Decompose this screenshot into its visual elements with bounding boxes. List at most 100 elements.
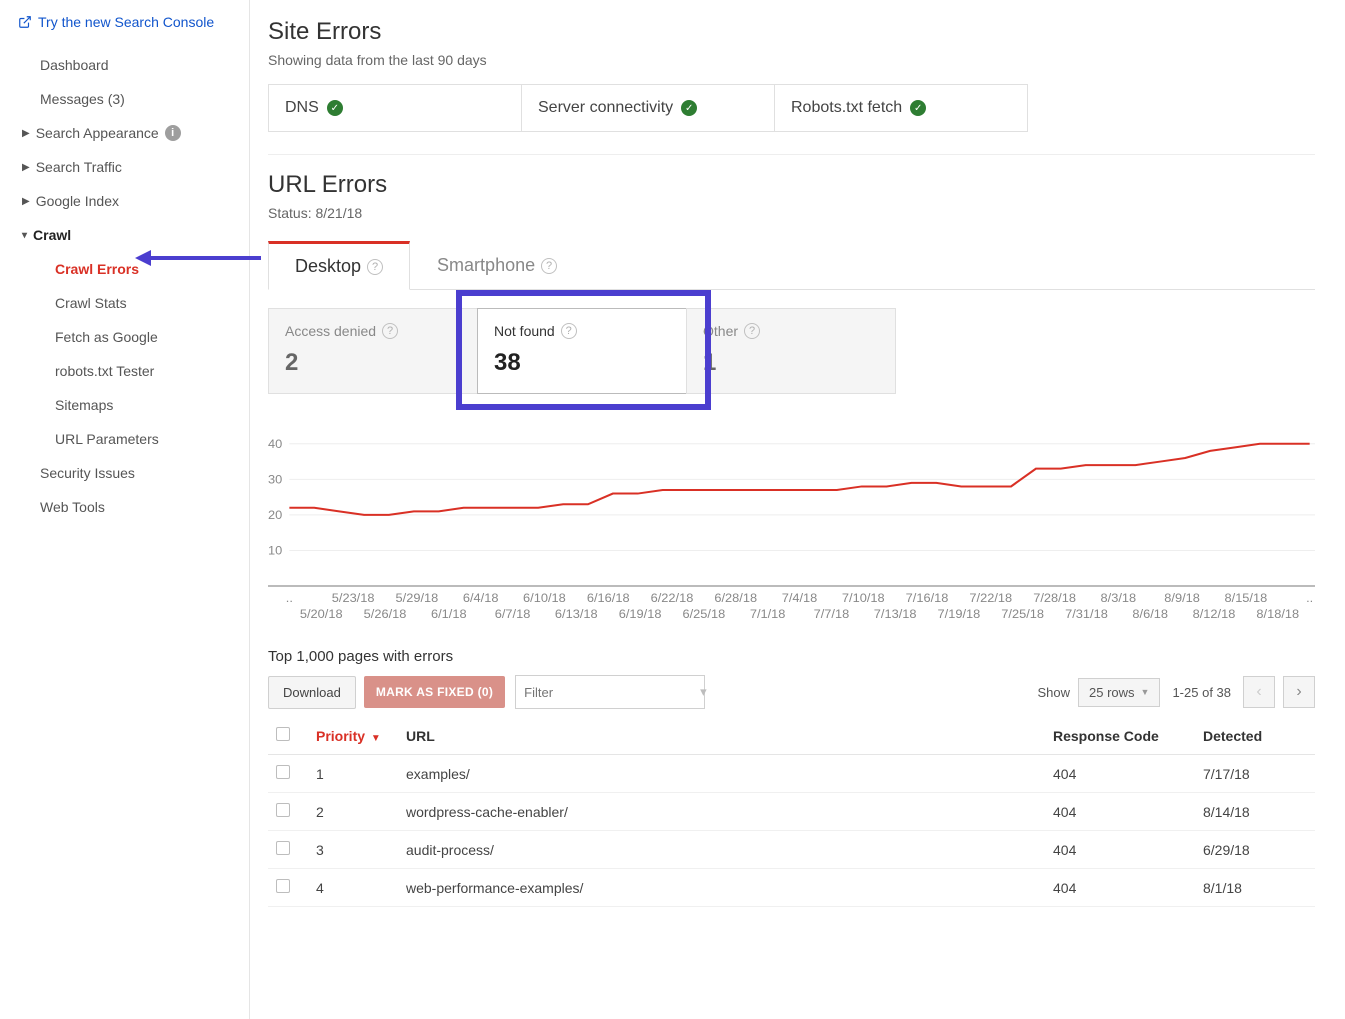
svg-text:7/28/18: 7/28/18 bbox=[1033, 591, 1076, 605]
card-not-found[interactable]: Not found? 38 bbox=[477, 308, 687, 394]
sidebar-item-fetch-as-google[interactable]: Fetch as Google bbox=[0, 320, 249, 354]
tab-smartphone[interactable]: Smartphone ? bbox=[410, 241, 584, 289]
sidebar-label-search-appearance: Search Appearance bbox=[36, 125, 159, 141]
try-new-search-console-link[interactable]: Try the new Search Console bbox=[0, 12, 249, 30]
error-type-cards: Access denied? 2 Not found? 38 Other? 1 bbox=[268, 308, 903, 394]
help-icon[interactable]: ? bbox=[367, 259, 383, 275]
sidebar-item-messages[interactable]: Messages (3) bbox=[0, 82, 249, 116]
chart-container: 10203040 ..5/23/185/29/186/4/186/10/186/… bbox=[268, 422, 1315, 632]
col-priority[interactable]: Priority ▼ bbox=[308, 717, 398, 755]
filter-input[interactable] bbox=[524, 685, 700, 700]
external-link-icon bbox=[18, 15, 32, 29]
sidebar-item-robots-tester[interactable]: robots.txt Tester bbox=[0, 354, 249, 388]
try-new-label: Try the new Search Console bbox=[38, 14, 214, 30]
help-icon[interactable]: ? bbox=[744, 323, 760, 339]
cell-priority: 2 bbox=[308, 793, 398, 831]
site-error-robots[interactable]: Robots.txt fetch ✓ bbox=[775, 85, 1027, 131]
table-toolbar: Download MARK AS FIXED (0) ▾ Show 25 row… bbox=[268, 675, 1315, 709]
pager-next-button[interactable]: › bbox=[1283, 676, 1315, 708]
svg-text:7/16/18: 7/16/18 bbox=[906, 591, 949, 605]
svg-text:6/10/18: 6/10/18 bbox=[523, 591, 566, 605]
card-other-count: 1 bbox=[703, 349, 879, 377]
svg-text:6/19/18: 6/19/18 bbox=[619, 607, 662, 621]
col-detected[interactable]: Detected bbox=[1195, 717, 1315, 755]
svg-text:8/9/18: 8/9/18 bbox=[1164, 591, 1200, 605]
svg-text:6/22/18: 6/22/18 bbox=[651, 591, 694, 605]
sidebar-item-search-appearance[interactable]: ▶ Search Appearance i bbox=[0, 116, 249, 150]
row-checkbox[interactable] bbox=[276, 765, 290, 779]
sidebar-item-web-tools[interactable]: Web Tools bbox=[0, 490, 249, 524]
sidebar-item-search-traffic[interactable]: ▶ Search Traffic bbox=[0, 150, 249, 184]
check-icon: ✓ bbox=[681, 100, 697, 116]
sidebar-item-crawl[interactable]: ▾ Crawl bbox=[0, 218, 249, 252]
row-checkbox[interactable] bbox=[276, 803, 290, 817]
pager-prev-button[interactable]: ‹ bbox=[1243, 676, 1275, 708]
sidebar-label-google-index: Google Index bbox=[36, 193, 119, 209]
filter-input-wrap[interactable]: ▾ bbox=[515, 675, 705, 709]
download-button[interactable]: Download bbox=[268, 676, 356, 709]
svg-text:8/3/18: 8/3/18 bbox=[1101, 591, 1137, 605]
sidebar-item-url-parameters[interactable]: URL Parameters bbox=[0, 422, 249, 456]
help-icon[interactable]: ? bbox=[561, 323, 577, 339]
sidebar-item-security-issues[interactable]: Security Issues bbox=[0, 456, 249, 490]
col-code[interactable]: Response Code bbox=[1045, 717, 1195, 755]
cell-url: wordpress-cache-enabler/ bbox=[398, 793, 1045, 831]
mark-as-fixed-button[interactable]: MARK AS FIXED (0) bbox=[364, 676, 505, 708]
status-date: 8/21/18 bbox=[315, 205, 362, 221]
row-checkbox[interactable] bbox=[276, 841, 290, 855]
caret-down-icon: ▾ bbox=[22, 230, 27, 241]
caret-right-icon: ▶ bbox=[22, 196, 30, 207]
svg-text:7/13/18: 7/13/18 bbox=[874, 607, 917, 621]
svg-text:7/19/18: 7/19/18 bbox=[938, 607, 981, 621]
chevron-down-icon: ▼ bbox=[1141, 687, 1150, 697]
status-label: Status: bbox=[268, 205, 315, 221]
chart-svg: 10203040 ..5/23/185/29/186/4/186/10/186/… bbox=[268, 422, 1315, 632]
sidebar-item-google-index[interactable]: ▶ Google Index bbox=[0, 184, 249, 218]
site-errors-cards: DNS ✓ Server connectivity ✓ Robots.txt f… bbox=[268, 84, 1028, 132]
errors-table: Priority ▼ URL Response Code Detected 1e… bbox=[268, 717, 1315, 907]
col-checkbox bbox=[268, 717, 308, 755]
svg-text:7/25/18: 7/25/18 bbox=[1001, 607, 1044, 621]
table-row[interactable]: 1examples/4047/17/18 bbox=[268, 755, 1315, 793]
tab-desktop[interactable]: Desktop ? bbox=[268, 241, 410, 290]
cell-url: examples/ bbox=[398, 755, 1045, 793]
svg-text:8/6/18: 8/6/18 bbox=[1132, 607, 1168, 621]
select-all-checkbox[interactable] bbox=[276, 727, 290, 741]
sidebar-item-sitemaps[interactable]: Sitemaps bbox=[0, 388, 249, 422]
card-access-denied-label: Access denied bbox=[285, 323, 376, 339]
sidebar-item-dashboard[interactable]: Dashboard bbox=[0, 48, 249, 82]
row-checkbox[interactable] bbox=[276, 879, 290, 893]
rows-per-page-select[interactable]: 25 rows ▼ bbox=[1078, 678, 1160, 707]
card-other[interactable]: Other? 1 bbox=[686, 308, 896, 394]
cell-code: 404 bbox=[1045, 755, 1195, 793]
table-row[interactable]: 2wordpress-cache-enabler/4048/14/18 bbox=[268, 793, 1315, 831]
pager-show-label: Show bbox=[1037, 685, 1070, 700]
table-row[interactable]: 3audit-process/4046/29/18 bbox=[268, 831, 1315, 869]
col-url[interactable]: URL bbox=[398, 717, 1045, 755]
svg-text:..: .. bbox=[286, 591, 293, 605]
cell-url: web-performance-examples/ bbox=[398, 869, 1045, 907]
svg-text:6/13/18: 6/13/18 bbox=[555, 607, 598, 621]
table-row[interactable]: 4web-performance-examples/4048/1/18 bbox=[268, 869, 1315, 907]
svg-text:5/20/18: 5/20/18 bbox=[300, 607, 343, 621]
help-icon[interactable]: ? bbox=[541, 258, 557, 274]
svg-text:6/16/18: 6/16/18 bbox=[587, 591, 630, 605]
caret-right-icon: ▶ bbox=[22, 162, 30, 173]
sidebar-item-crawl-stats[interactable]: Crawl Stats bbox=[0, 286, 249, 320]
url-errors-heading: URL Errors bbox=[268, 171, 1315, 199]
card-access-denied-count: 2 bbox=[285, 349, 461, 377]
rows-per-page-value: 25 rows bbox=[1089, 685, 1135, 700]
site-error-server[interactable]: Server connectivity ✓ bbox=[522, 85, 775, 131]
device-tabs: Desktop ? Smartphone ? bbox=[268, 241, 1315, 290]
help-icon[interactable]: ? bbox=[382, 323, 398, 339]
annotation-arrow bbox=[135, 250, 261, 266]
site-errors-subtitle: Showing data from the last 90 days bbox=[268, 52, 1315, 68]
sidebar: Try the new Search Console Dashboard Mes… bbox=[0, 0, 250, 1019]
cell-detected: 8/1/18 bbox=[1195, 869, 1315, 907]
pager-range: 1-25 of 38 bbox=[1172, 685, 1231, 700]
tab-desktop-label: Desktop bbox=[295, 256, 361, 277]
card-not-found-count: 38 bbox=[494, 349, 670, 377]
cell-detected: 8/14/18 bbox=[1195, 793, 1315, 831]
card-access-denied[interactable]: Access denied? 2 bbox=[268, 308, 478, 394]
site-error-dns[interactable]: DNS ✓ bbox=[269, 85, 522, 131]
